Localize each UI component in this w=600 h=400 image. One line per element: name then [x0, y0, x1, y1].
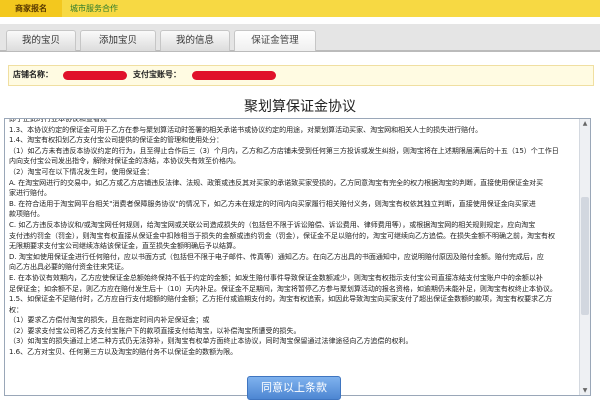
agreement-line: 即于正此时行业本协议和查看规 [9, 118, 107, 123]
agreement-line: （1）要求乙方偿付淘宝的损失，且在指定时间内补足保证金；或 [9, 316, 210, 325]
agreement-line: （1）如乙方未有违反本协议约定的行为，且至得止合作后三（3）个月内，乙方和乙方店… [9, 146, 559, 155]
agreement-title: 聚划算保证金协议 [244, 99, 356, 115]
tab-my-info[interactable]: 我的信息 [160, 30, 230, 51]
nav-tabs: 我的宝贝 添加宝贝 我的信息 保证金管理 [0, 24, 600, 52]
agreement-line: D. 淘宝如使用保证金进行任何赔付，应以书面方式（包括但不限于电子邮件、传真等）… [9, 252, 544, 261]
agreement-scrollbar[interactable]: ▲ ▼ [579, 119, 590, 395]
shop-name-label: 店铺名称： [13, 70, 53, 79]
agreement-textbox[interactable]: 即于正此时行业本协议和查看规 1.3、本协议约定的保证金可用于乙方在参与聚划算活动… [4, 118, 591, 396]
agreement-line: 家进行赔付。 [9, 189, 51, 198]
scroll-down-icon[interactable]: ▼ [580, 386, 590, 395]
agree-button[interactable]: 同意以上条款 [247, 376, 341, 400]
agreement-line: 无限期要求支付宝公司继续冻结该保证金，直至损失金额明确后予以结算。 [9, 242, 240, 251]
agreement-line: A. 在淘宝网进行的交易中，如乙方或乙方店铺违反法律、法规、政策或违反其对买家的… [9, 178, 544, 187]
agreement-line: 1.4、淘宝有权扣划乙方支付宝公司提供的保证金的管理和使用处分： [9, 136, 224, 145]
agreement-line: 内向支付宝公司发出指令，解除对保证金的冻结，本协议失有效至价格内。 [9, 157, 240, 166]
agreement-line: （2）淘宝可在以下情况发生时，使用保证金： [9, 167, 154, 176]
alipay-account-label: 支付宝账号： [133, 70, 181, 79]
agreement-line: 足保证金；如余额不足，则乙方应在赔付发生后十（10）天内补足。保证金不足期间，淘… [9, 284, 557, 293]
agreement-line: E. 在本协议有效期内，乙方应使保证金总额始终保持不低于约定的金额；如发生赔付事… [9, 273, 543, 282]
scroll-up-icon[interactable]: ▲ [580, 119, 590, 128]
agreement-line: 1.5、如保证金不足赔付时，乙方应自行支付超额的赔付金额；乙方拒付或逾期支付的，… [9, 295, 553, 304]
scrollbar-thumb[interactable] [581, 197, 589, 315]
alipay-account-redacted [192, 71, 276, 80]
agreement-line: B. 在符合适用于淘宝网平台相关"消费者保障服务协议"的情况下，如乙方未在规定的… [9, 199, 536, 208]
agreement-text: 即于正此时行业本协议和查看规 1.3、本协议约定的保证金可用于乙方在参与聚划算活动… [9, 118, 575, 358]
tab-add-item[interactable]: 添加宝贝 [80, 30, 156, 51]
top-bar: 商家报名 城市服务合作 [0, 0, 600, 17]
agreement-line: （3）如淘宝的损失通过上述二种方式仍无法弥补，则淘宝有权单方面终止本协议，同时淘… [9, 337, 413, 346]
agreement-line: C. 如乙方违反本协议和/或淘宝网任何规则，给淘宝网或关联公司造成损失的（包括但… [9, 220, 536, 229]
agreement-line: 款项赔付。 [9, 210, 44, 219]
shop-name-redacted [63, 71, 127, 80]
tab-deposit-management[interactable]: 保证金管理 [234, 30, 316, 51]
agreement-line: 支付违约罚金（罚金），则淘宝有权直接从保证金中扣除相当于损失的金额或违约罚金（罚… [9, 231, 555, 240]
tab-my-items[interactable]: 我的宝贝 [6, 30, 76, 51]
shop-info-bar: 店铺名称： 支付宝账号： [8, 65, 594, 86]
agreement-line: 向乙方出具必要的赔付资金往来凭证。 [9, 263, 128, 272]
agreement-line: 1.6、乙方对宝贝、任何第三方以及淘宝的赔付务不以保证金的数额为限。 [9, 348, 238, 357]
agreement-line: 权： [9, 305, 23, 314]
city-service-link[interactable]: 城市服务合作 [70, 0, 118, 17]
agreement-line: （2）要求支付宝公司将乙方支付宝账户下的款项直接支付给淘宝，以补偿淘宝所遭受的损… [9, 326, 301, 335]
agreement-line: 1.3、本协议约定的保证金可用于乙方在参与聚划算活动时签署的相关承诺书或协议约定… [9, 125, 483, 134]
merchant-signup-link[interactable]: 商家报名 [0, 0, 62, 17]
